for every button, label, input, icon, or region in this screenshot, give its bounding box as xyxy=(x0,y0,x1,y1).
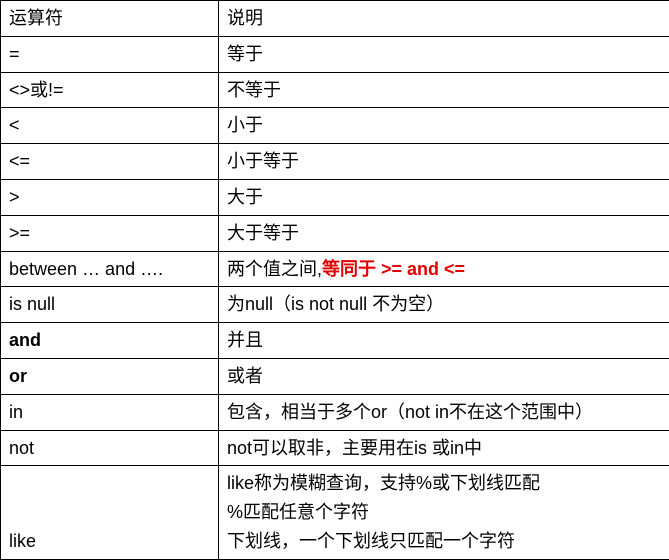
cell-operator: or xyxy=(1,358,219,394)
cell-operator: = xyxy=(1,36,219,72)
cell-description: not可以取非，主要用在is 或in中 xyxy=(219,430,669,466)
table-row: like like称为模糊查询，支持%或下划线匹配 %匹配任意个字符 下划线，一… xyxy=(1,466,669,559)
cell-description: 为null（is not null 不为空） xyxy=(219,287,669,323)
table-row: >= 大于等于 xyxy=(1,215,669,251)
table-row: <= 小于等于 xyxy=(1,144,669,180)
cell-operator: <>或!= xyxy=(1,72,219,108)
table-row: <>或!= 不等于 xyxy=(1,72,669,108)
cell-operator: in xyxy=(1,394,219,430)
desc-highlight: 等同于 >= and <= xyxy=(322,259,465,279)
desc-prefix: 两个值之间, xyxy=(227,259,322,279)
cell-operator: is null xyxy=(1,287,219,323)
table-row: between … and …. 两个值之间,等同于 >= and <= xyxy=(1,251,669,287)
cell-description: 大于等于 xyxy=(219,215,669,251)
table-row: and 并且 xyxy=(1,323,669,359)
cell-operator: and xyxy=(1,323,219,359)
table-row: in 包含，相当于多个or（not in不在这个范围中） xyxy=(1,394,669,430)
cell-operator: between … and …. xyxy=(1,251,219,287)
cell-operator: <= xyxy=(1,144,219,180)
header-operator: 运算符 xyxy=(1,1,219,37)
table-row: = 等于 xyxy=(1,36,669,72)
cell-operator: like xyxy=(1,466,219,559)
header-description: 说明 xyxy=(219,1,669,37)
cell-operator: < xyxy=(1,108,219,144)
table-row: is null 为null（is not null 不为空） xyxy=(1,287,669,323)
cell-description: 并且 xyxy=(219,323,669,359)
table-row: or 或者 xyxy=(1,358,669,394)
table-row: > 大于 xyxy=(1,179,669,215)
table-row: not not可以取非，主要用在is 或in中 xyxy=(1,430,669,466)
cell-description: like称为模糊查询，支持%或下划线匹配 %匹配任意个字符 下划线，一个下划线只… xyxy=(219,466,669,559)
cell-description: 或者 xyxy=(219,358,669,394)
operators-table: 运算符 说明 = 等于 <>或!= 不等于 < 小于 <= 小于等于 > 大于 … xyxy=(0,0,669,560)
cell-description: 大于 xyxy=(219,179,669,215)
cell-operator: >= xyxy=(1,215,219,251)
cell-description: 不等于 xyxy=(219,72,669,108)
table-header-row: 运算符 说明 xyxy=(1,1,669,37)
cell-operator: not xyxy=(1,430,219,466)
cell-operator: > xyxy=(1,179,219,215)
cell-description: 小于等于 xyxy=(219,144,669,180)
cell-description: 包含，相当于多个or（not in不在这个范围中） xyxy=(219,394,669,430)
table-row: < 小于 xyxy=(1,108,669,144)
cell-description: 等于 xyxy=(219,36,669,72)
cell-description: 小于 xyxy=(219,108,669,144)
cell-description: 两个值之间,等同于 >= and <= xyxy=(219,251,669,287)
